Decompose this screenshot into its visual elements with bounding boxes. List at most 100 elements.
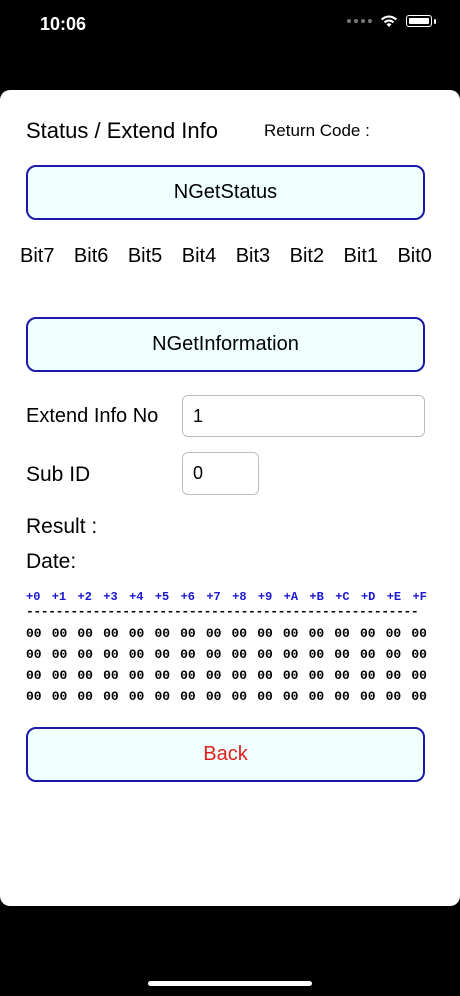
hex-cell: 00 — [51, 626, 68, 641]
hex-cell: 00 — [257, 689, 273, 704]
hex-cell: 00 — [359, 647, 376, 662]
hex-cell: 00 — [257, 647, 273, 662]
hex-cell: 00 — [180, 647, 196, 662]
hex-data-row: 00 00 00 00 00 00 00 00 00 00 00 00 00 0… — [26, 647, 427, 662]
bit1-label: Bit1 — [343, 245, 378, 267]
hex-cell: 00 — [26, 647, 42, 662]
hex-cell: 00 — [103, 689, 119, 704]
hex-cell: 00 — [154, 668, 171, 683]
hex-cell: 00 — [26, 668, 42, 683]
hex-col-header: +7 — [206, 590, 221, 604]
hex-cell: 00 — [51, 689, 68, 704]
hex-cell: 00 — [128, 647, 145, 662]
hex-cell: 00 — [154, 647, 171, 662]
hex-cell: 00 — [51, 668, 68, 683]
extend-info-label: Extend Info No — [26, 405, 159, 427]
hex-cell: 00 — [334, 626, 350, 641]
hex-col-header: +4 — [129, 590, 144, 604]
hex-col-header: +6 — [180, 590, 195, 604]
hex-cell: 00 — [231, 647, 248, 662]
hex-cell: 00 — [411, 626, 427, 641]
hex-col-header: +E — [386, 590, 402, 604]
hex-col-header: +0 — [26, 590, 41, 604]
hex-cell: 00 — [205, 689, 222, 704]
hex-col-header: +2 — [77, 590, 92, 604]
hex-cell: 00 — [154, 689, 171, 704]
home-indicator[interactable] — [148, 981, 312, 986]
hex-cell: 00 — [103, 647, 119, 662]
bit5-label: Bit5 — [127, 245, 163, 267]
hex-cell: 00 — [180, 689, 196, 704]
hex-cell: 00 — [257, 626, 273, 641]
hex-cell: 00 — [308, 668, 325, 683]
hex-data-row: 00 00 00 00 00 00 00 00 00 00 00 00 00 0… — [26, 626, 427, 641]
hex-cell: 00 — [334, 668, 350, 683]
hex-cell: 00 — [77, 626, 93, 641]
hex-cell: 00 — [359, 689, 376, 704]
battery-icon — [406, 15, 432, 27]
hex-cell: 00 — [411, 668, 427, 683]
hex-cell: 00 — [308, 647, 325, 662]
nget-information-button[interactable]: NGetInformation — [26, 317, 425, 372]
sub-id-label: Sub ID — [26, 463, 91, 486]
main-card: Status / Extend Info Return Code : NGetS… — [0, 90, 460, 906]
hex-col-header: +1 — [51, 590, 67, 604]
hex-cell: 00 — [77, 668, 93, 683]
hex-header-row: +0 +1 +2 +3 +4 +5 +6 +7 +8 +9 +A +B +C +… — [26, 590, 427, 604]
nget-status-button[interactable]: NGetStatus — [26, 165, 425, 220]
hex-cell: 00 — [282, 689, 299, 704]
hex-col-header: +3 — [103, 590, 118, 604]
hex-data-row: 00 00 00 00 00 00 00 00 00 00 00 00 00 0… — [26, 689, 427, 704]
hex-cell: 00 — [257, 668, 273, 683]
hex-cell: 00 — [308, 626, 325, 641]
hex-cell: 00 — [205, 647, 222, 662]
hex-cell: 00 — [103, 626, 119, 641]
status-time: 10:06 — [40, 14, 87, 34]
bit6-label: Bit6 — [73, 245, 109, 267]
hex-cell: 00 — [385, 626, 402, 641]
return-code-label: Return Code : — [264, 121, 370, 140]
hex-cell: 00 — [385, 647, 402, 662]
hex-cell: 00 — [231, 626, 248, 641]
hex-col-header: +A — [283, 590, 299, 604]
hex-cell: 00 — [385, 668, 402, 683]
hex-cell: 00 — [385, 689, 402, 704]
bit7-label: Bit7 — [20, 245, 55, 267]
hex-col-header: +D — [360, 590, 376, 604]
status-icons — [347, 14, 436, 28]
bit4-label: Bit4 — [181, 245, 217, 267]
hex-cell: 00 — [128, 668, 145, 683]
hex-cell: 00 — [51, 647, 68, 662]
battery-cap — [434, 18, 436, 24]
extend-info-input[interactable]: 1 — [182, 395, 425, 437]
hex-cell: 00 — [411, 647, 427, 662]
hex-cell: 00 — [205, 626, 222, 641]
sub-id-input[interactable]: 0 — [182, 452, 259, 495]
hex-cell: 00 — [77, 689, 93, 704]
hex-cell: 00 — [77, 647, 93, 662]
hex-cell: 00 — [308, 689, 325, 704]
hex-col-header: +F — [412, 590, 427, 604]
bits-row: Bit7 Bit6 Bit5 Bit4 Bit3 Bit2 Bit1 Bit0 — [20, 245, 432, 268]
hex-cell: 00 — [205, 668, 222, 683]
hex-cell: 00 — [128, 689, 145, 704]
hex-col-header: +C — [335, 590, 350, 604]
hex-cell: 00 — [231, 689, 248, 704]
hex-cell: 00 — [359, 626, 376, 641]
hex-col-header: +5 — [154, 590, 170, 604]
hex-cell: 00 — [411, 689, 427, 704]
hex-cell: 00 — [334, 647, 350, 662]
hex-cell: 00 — [128, 626, 145, 641]
hex-cell: 00 — [334, 689, 350, 704]
hex-cell: 00 — [26, 626, 42, 641]
bit2-label: Bit2 — [289, 245, 325, 267]
bit3-label: Bit3 — [235, 245, 271, 267]
hex-col-header: +9 — [257, 590, 273, 604]
hex-cell: 00 — [154, 626, 171, 641]
hex-cell: 00 — [282, 668, 299, 683]
hex-separator: ----------------------------------------… — [26, 604, 419, 619]
back-button[interactable]: Back — [26, 727, 425, 782]
hex-cell: 00 — [359, 668, 376, 683]
hex-cell: 00 — [103, 668, 119, 683]
hex-cell: 00 — [282, 647, 299, 662]
